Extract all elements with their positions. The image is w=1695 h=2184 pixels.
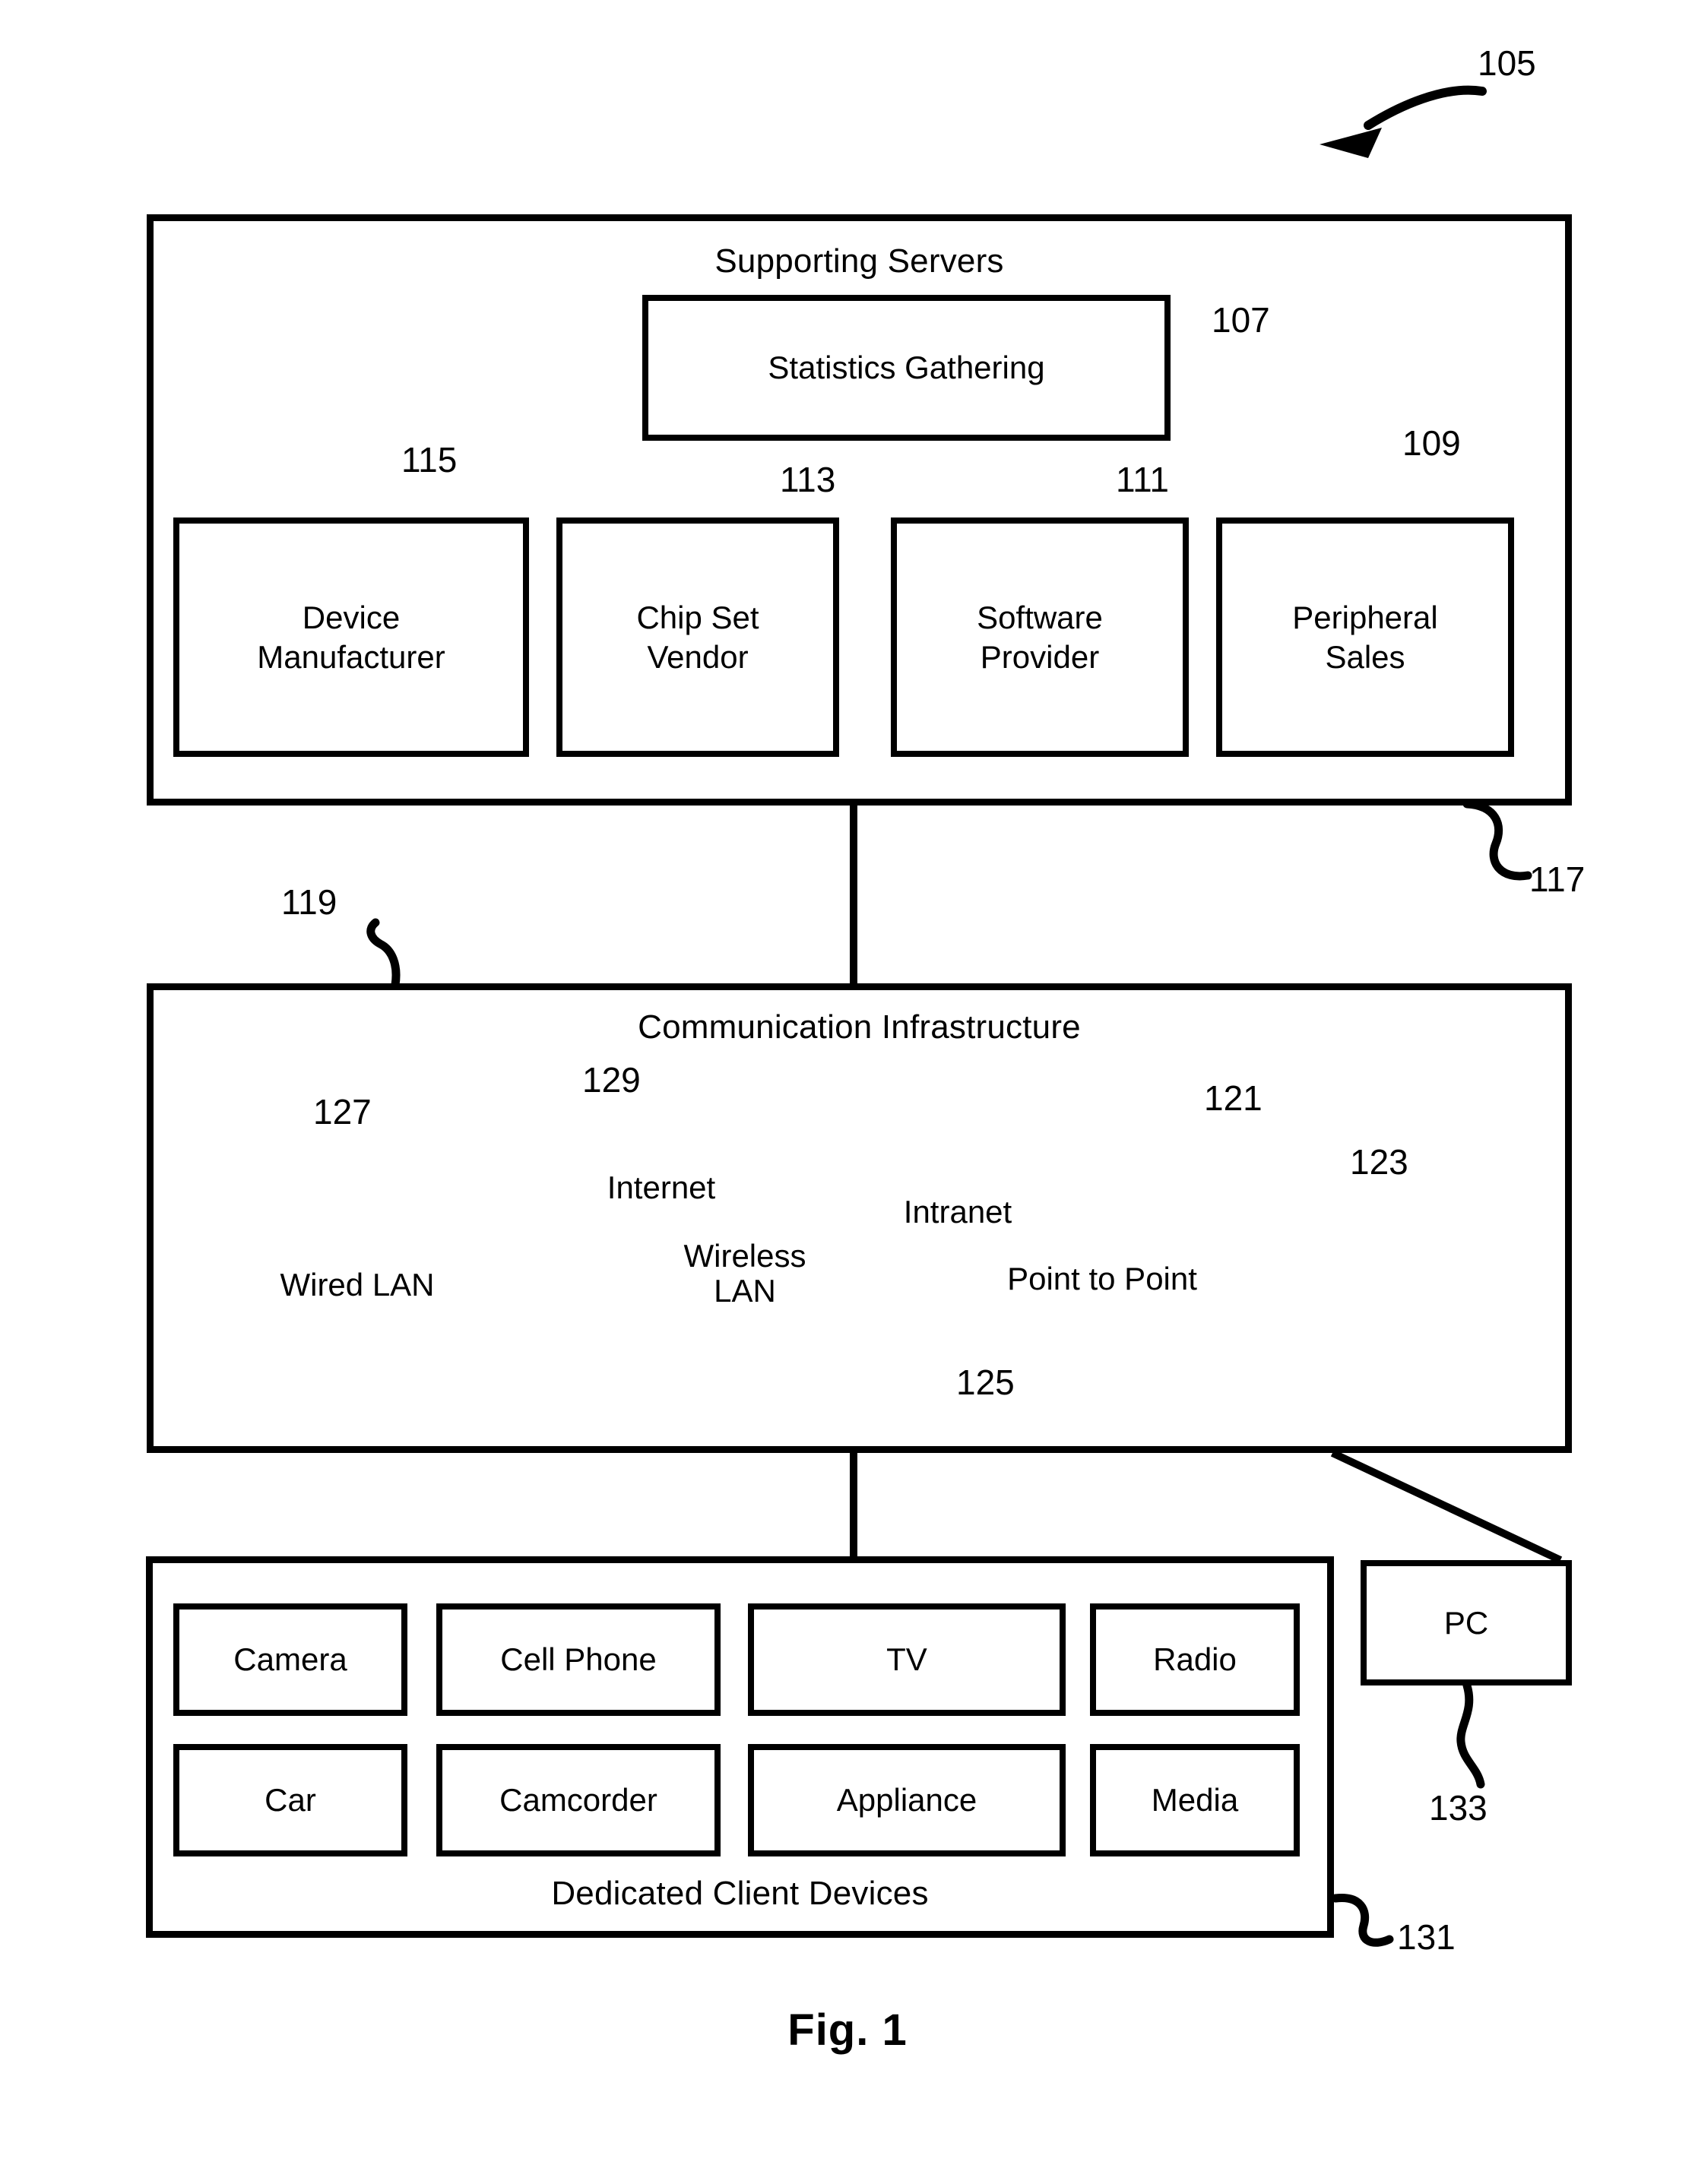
ref-127: 127 xyxy=(313,1092,372,1132)
supporting-servers-title: Supporting Servers xyxy=(714,242,1004,280)
ref-109: 109 xyxy=(1402,423,1461,463)
ref-117: 117 xyxy=(1529,859,1586,899)
chip-set-vendor-box[interactable]: Chip Set Vendor xyxy=(556,518,839,757)
ref-105: 105 xyxy=(1478,43,1536,83)
software-provider-box[interactable]: Software Provider xyxy=(891,518,1189,757)
ref-115: 115 xyxy=(401,440,458,480)
ref-125: 125 xyxy=(956,1363,1015,1402)
device-label-appliance: Appliance xyxy=(836,1782,977,1818)
statistics-gathering-box[interactable]: Statistics Gathering xyxy=(642,295,1171,441)
device-label-media: Media xyxy=(1151,1782,1239,1818)
device-box-cell-phone[interactable]: Cell Phone xyxy=(436,1603,721,1716)
ref-129: 129 xyxy=(582,1060,641,1100)
device-manufacturer-label-line1: Device xyxy=(302,600,401,636)
device-box-appliance[interactable]: Appliance xyxy=(748,1744,1066,1856)
device-manufacturer-box[interactable]: Device Manufacturer xyxy=(173,518,529,757)
ref-119: 119 xyxy=(281,882,337,922)
device-manufacturer-label-line2: Manufacturer xyxy=(257,638,445,675)
device-label-camcorder: Camcorder xyxy=(499,1782,657,1818)
figure-caption: Fig. 1 xyxy=(787,2005,908,2055)
device-label-camera: Camera xyxy=(233,1641,347,1678)
ref-111: 111 xyxy=(1116,460,1169,499)
chip-set-vendor-label-line1: Chip Set xyxy=(636,600,759,636)
pc-label: PC xyxy=(1443,1604,1489,1641)
software-provider-label-line2: Provider xyxy=(980,638,1100,675)
client-devices-title: Dedicated Client Devices xyxy=(551,1875,929,1912)
device-box-camcorder[interactable]: Camcorder xyxy=(436,1744,721,1856)
device-label-cell-phone: Cell Phone xyxy=(500,1641,657,1678)
peripheral-sales-label-line2: Sales xyxy=(1325,638,1405,675)
device-box-media[interactable]: Media xyxy=(1090,1744,1300,1856)
device-label-radio: Radio xyxy=(1153,1641,1237,1678)
patent-figure-page: Supporting Servers Statistics Gathering … xyxy=(0,0,1695,2184)
ref-121: 121 xyxy=(1204,1078,1263,1118)
statistics-gathering-label: Statistics Gathering xyxy=(768,350,1045,386)
device-box-radio[interactable]: Radio xyxy=(1090,1603,1300,1716)
device-label-car: Car xyxy=(265,1782,316,1818)
system-ref-arrow xyxy=(1320,85,1487,158)
ref-113: 113 xyxy=(780,460,836,499)
peripheral-sales-label-line1: Peripheral xyxy=(1292,600,1438,636)
ref-131: 131 xyxy=(1397,1917,1456,1957)
device-box-car[interactable]: Car xyxy=(173,1744,407,1856)
ref-107: 107 xyxy=(1212,300,1270,340)
ref-133: 133 xyxy=(1429,1788,1487,1828)
pc-box[interactable]: PC xyxy=(1361,1560,1572,1685)
chip-set-vendor-label-line2: Vendor xyxy=(647,638,749,675)
device-box-tv[interactable]: TV xyxy=(748,1603,1066,1716)
device-box-camera[interactable]: Camera xyxy=(173,1603,407,1716)
device-label-tv: TV xyxy=(886,1641,927,1678)
communication-infrastructure-group: Communication Infrastructure xyxy=(147,983,1572,1453)
peripheral-sales-box[interactable]: Peripheral Sales xyxy=(1216,518,1514,757)
software-provider-label-line1: Software xyxy=(977,600,1103,636)
ref-123: 123 xyxy=(1350,1142,1408,1182)
connector-infrastructure-to-pc xyxy=(1330,1449,1563,1564)
communication-infrastructure-title: Communication Infrastructure xyxy=(638,1008,1081,1046)
